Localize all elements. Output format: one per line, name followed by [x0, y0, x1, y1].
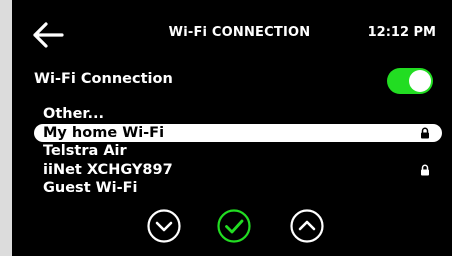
page-title: Wi-Fi CONNECTION: [168, 25, 311, 40]
network-name: iiNet XCHGY897: [43, 161, 173, 178]
wifi-screen: Wi-Fi CONNECTION 12:12 PM Wi-Fi Connecti…: [12, 0, 452, 256]
network-name: Other...: [43, 106, 105, 122]
wifi-toggle-label: Wi-Fi Connection: [34, 71, 173, 87]
network-list: Other... My home Wi-Fi Telstra Air iiNet…: [34, 105, 442, 198]
network-name: My home Wi-Fi: [43, 124, 165, 141]
network-item-my-home-wifi[interactable]: My home Wi-Fi: [34, 123, 442, 142]
network-item-telstra-air[interactable]: Telstra Air: [34, 142, 442, 161]
top-bar: Wi-Fi CONNECTION 12:12 PM: [12, 0, 452, 64]
wifi-toggle[interactable]: [387, 68, 433, 94]
arrow-left-icon: [33, 22, 64, 48]
lock-icon: [421, 164, 429, 175]
network-name: Telstra Air: [43, 143, 127, 159]
back-button[interactable]: [30, 18, 70, 52]
chevron-down-circle-icon: [147, 209, 181, 243]
scroll-up-button[interactable]: [290, 209, 324, 243]
network-item-other[interactable]: Other...: [34, 105, 442, 124]
clock: 12:12 PM: [367, 25, 436, 40]
wifi-toggle-row: Wi-Fi Connection: [34, 68, 434, 94]
chevron-up-circle-icon: [290, 209, 324, 243]
scroll-down-button[interactable]: [147, 209, 181, 243]
lock-icon: [421, 127, 429, 138]
toggle-knob: [409, 70, 431, 92]
confirm-button[interactable]: [217, 209, 251, 243]
check-circle-icon: [217, 209, 251, 243]
network-item-iinet[interactable]: iiNet XCHGY897: [34, 161, 442, 180]
network-name: Guest Wi-Fi: [43, 180, 138, 196]
network-item-guest-wifi[interactable]: Guest Wi-Fi: [34, 179, 442, 198]
